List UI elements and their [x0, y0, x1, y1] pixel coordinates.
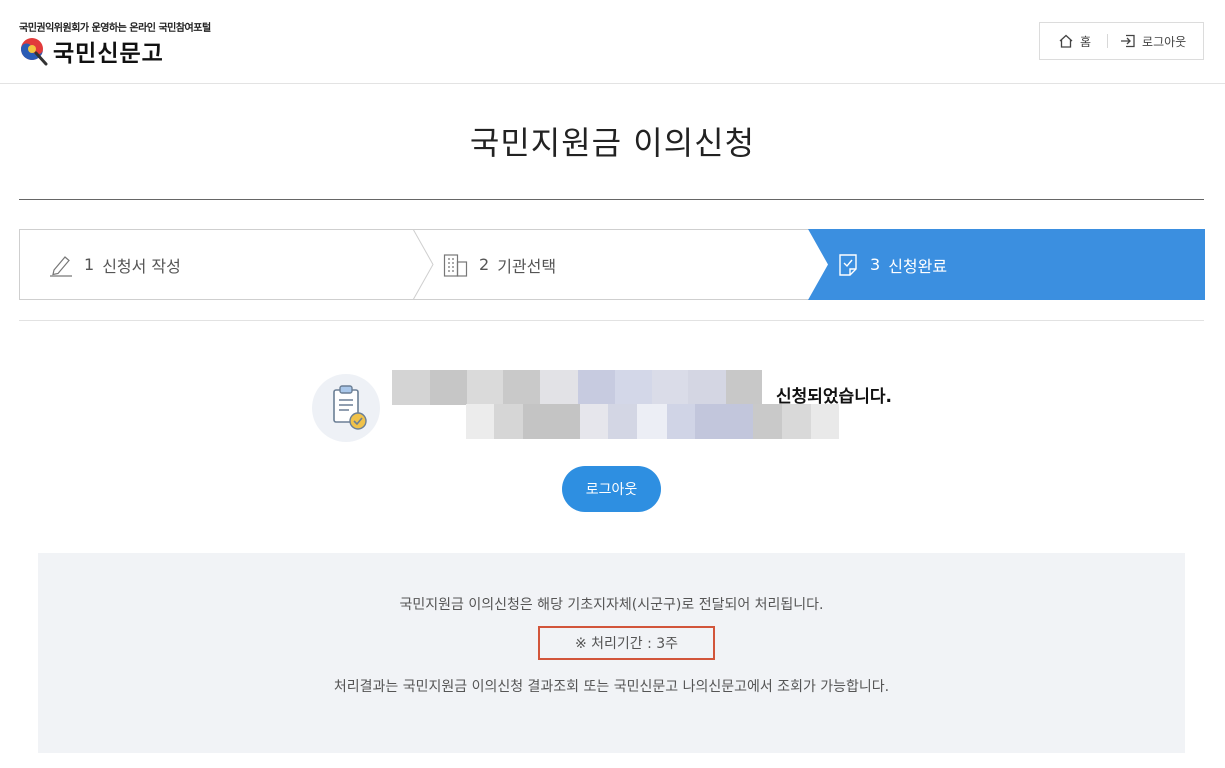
step-2-label: 기관선택 — [497, 256, 557, 276]
result-message: 신청되었습니다. — [776, 387, 892, 407]
home-label: 홈 — [1080, 34, 1092, 49]
utility-nav: 홈 로그아웃 — [1039, 22, 1204, 60]
logout-button[interactable]: 로그아웃 — [562, 466, 661, 512]
redacted-detail — [466, 404, 839, 439]
logout-icon — [1121, 34, 1135, 48]
notice-line-1: 국민지원금 이의신청은 해당 기초지자체(시군구)로 전달되어 처리됩니다. — [399, 597, 824, 613]
logout-label: 로그아웃 — [1142, 34, 1187, 49]
notice-box: 국민지원금 이의신청은 해당 기초지자체(시군구)로 전달되어 처리됩니다. ※… — [38, 553, 1185, 753]
notice-line-3: 처리결과는 국민지원금 이의신청 결과조회 또는 국민신문고 나의신문고에서 조… — [333, 679, 890, 695]
step-3: 3 신청완료 — [836, 230, 947, 299]
step-1-label: 신청서 작성 — [102, 256, 181, 276]
site-logo[interactable]: 국민신문고 — [19, 34, 164, 68]
step-2-number: 2 — [479, 255, 490, 274]
logo-emblem-icon — [21, 38, 48, 66]
step-separator — [412, 229, 434, 300]
step-3-label: 신청완료 — [888, 256, 948, 276]
step-2: 2 기관선택 — [443, 230, 556, 299]
document-check-icon — [839, 253, 857, 276]
processing-period: ※ 처리기간 : 3주 — [538, 626, 715, 660]
logo-text: 국민신문고 — [53, 40, 164, 67]
page-title: 국민지원금 이의신청 — [469, 124, 756, 162]
title-divider — [19, 199, 1204, 200]
site-header: 국민권익위원회가 운영하는 온라인 국민참여포털 국민신문고 홈 로그아웃 — [0, 0, 1225, 84]
logo-tagline: 국민권익위원회가 운영하는 온라인 국민참여포털 — [19, 23, 211, 34]
steps-divider — [19, 320, 1204, 321]
pencil-icon — [50, 255, 72, 277]
building-icon — [443, 253, 468, 277]
clipboard-check-icon — [333, 385, 367, 430]
step-indicator: 1 신청서 작성 2 기관선택 3 신청완료 — [19, 229, 1205, 300]
step-1-number: 1 — [84, 255, 95, 274]
redacted-name — [392, 370, 762, 405]
home-link[interactable]: 홈 — [1040, 23, 1091, 59]
home-icon — [1059, 34, 1073, 48]
step-3-number: 3 — [870, 255, 881, 274]
header-logout-link[interactable]: 로그아웃 — [1108, 23, 1186, 59]
step-1: 1 신청서 작성 — [48, 230, 181, 299]
completion-icon — [312, 374, 380, 442]
